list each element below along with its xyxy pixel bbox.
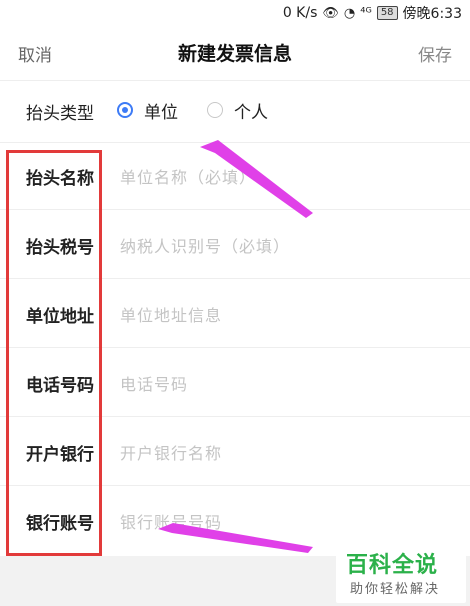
phone-input[interactable]: 电话号码 [120, 371, 188, 395]
header-type-label: 抬头类型 [26, 104, 94, 124]
personal-radio[interactable] [207, 102, 223, 118]
status-bar: 0 K/s 👁 ◔ ⁴ᴳ 58 傍晚6:33 [0, 0, 470, 24]
company-address-input[interactable]: 单位地址信息 [120, 302, 222, 326]
watermark-title: 百科全说 [346, 553, 439, 578]
page-title: 新建发票信息 [177, 43, 292, 65]
battery-icon: 58 [376, 6, 398, 20]
company-radio-label[interactable]: 单位 [144, 98, 178, 123]
field-row-company-address: 单位地址 单位地址信息 [0, 278, 470, 348]
nav-bar: 取消 新建发票信息 保存 [0, 24, 470, 81]
company-radio[interactable] [117, 102, 133, 118]
field-label: 抬头税号 [26, 238, 94, 258]
field-row-phone: 电话号码 电话号码 [0, 347, 470, 417]
watermark-logo: 百科全说 助你轻松解决 [336, 543, 466, 603]
wifi-icon: ◔ [343, 5, 356, 21]
bank-account-input[interactable]: 银行账号号码 [120, 509, 222, 533]
save-button[interactable]: 保存 [418, 41, 452, 66]
field-row-tax-number: 抬头税号 纳税人识别号（必填） [0, 209, 470, 279]
field-row-bank: 开户银行 开户银行名称 [0, 416, 470, 486]
cellular-signal-icon: ⁴ᴳ [360, 5, 372, 21]
watermark-subtitle: 助你轻松解决 [350, 582, 441, 597]
field-label: 开户银行 [26, 445, 94, 465]
field-label: 银行账号 [26, 514, 94, 534]
bank-name-input[interactable]: 开户银行名称 [120, 440, 222, 464]
personal-radio-label[interactable]: 个人 [234, 98, 268, 123]
tax-number-input[interactable]: 纳税人识别号（必填） [120, 233, 290, 257]
field-row-header-name: 抬头名称 单位名称（必填） [0, 140, 470, 210]
field-label: 抬头名称 [26, 169, 94, 189]
header-type-row: 抬头类型 单位 个人 [0, 80, 470, 143]
status-indicators: 0 K/s 👁 ◔ ⁴ᴳ 58 傍晚6:33 [283, 3, 462, 23]
field-label: 电话号码 [26, 376, 94, 396]
eye-icon: 👁 [322, 5, 339, 21]
header-name-input[interactable]: 单位名称（必填） [120, 164, 256, 188]
network-speed: 0 K/s [282, 5, 318, 21]
status-time: 傍晚6:33 [402, 6, 462, 22]
field-label: 单位地址 [26, 307, 94, 327]
